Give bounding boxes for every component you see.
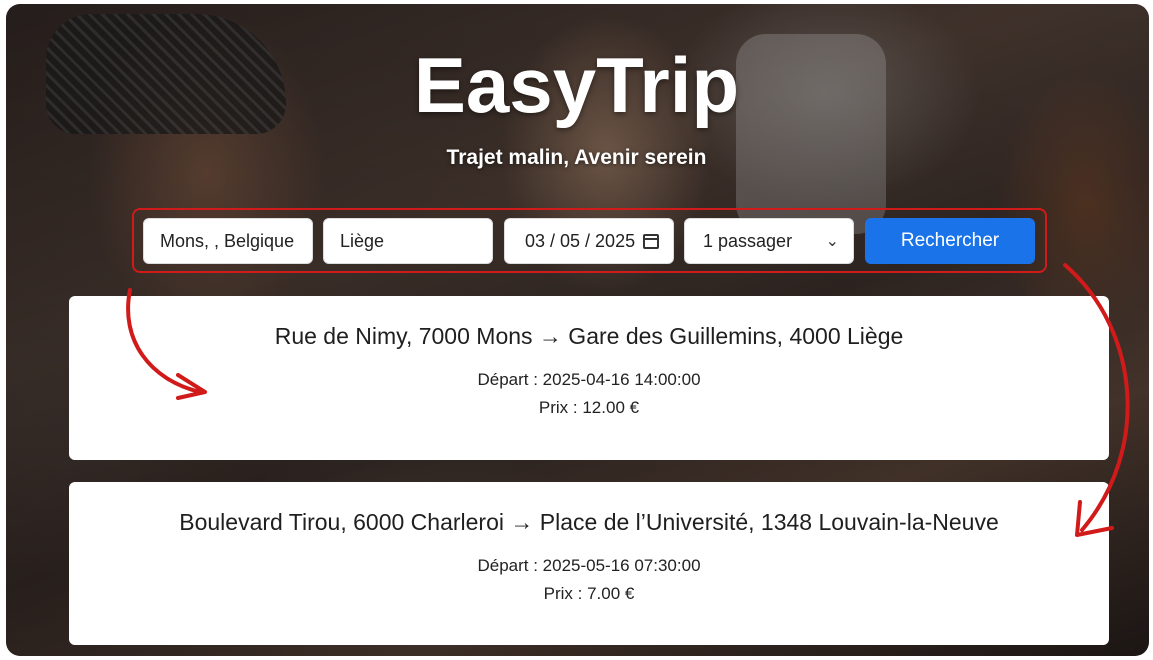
date-input[interactable]: 03 / 05 / 2025 bbox=[504, 218, 674, 264]
search-button[interactable]: Rechercher bbox=[865, 218, 1035, 264]
chevron-down-icon: ⌄ bbox=[825, 233, 839, 250]
departure-input[interactable]: Mons, , Belgique bbox=[143, 218, 313, 264]
passengers-select-value: 1 passager bbox=[703, 230, 793, 251]
trip-price: Prix : 7.00 € bbox=[543, 584, 635, 603]
trip-route: Boulevard Tirou, 6000 Charleroi → Place … bbox=[179, 509, 999, 535]
site-tagline: Trajet malin, Avenir serein bbox=[446, 146, 707, 169]
trip-departure: Départ : 2025-05-16 07:30:00 bbox=[477, 556, 701, 575]
calendar-icon[interactable] bbox=[643, 233, 659, 249]
site-title: EasyTrip bbox=[413, 41, 740, 129]
destination-input[interactable]: Liège bbox=[323, 218, 493, 264]
trip-result-card[interactable]: Rue de Nimy, 7000 Mons → Gare des Guille… bbox=[69, 296, 1109, 460]
departure-input-value: Mons, , Belgique bbox=[160, 230, 295, 251]
trip-result-card[interactable]: Boulevard Tirou, 6000 Charleroi → Place … bbox=[69, 482, 1109, 645]
date-input-value: 03 / 05 / 2025 bbox=[525, 230, 636, 251]
passengers-select[interactable]: 1 passager ⌄ bbox=[684, 218, 854, 264]
trip-price: Prix : 12.00 € bbox=[538, 398, 640, 417]
trip-route: Rue de Nimy, 7000 Mons → Gare des Guille… bbox=[274, 323, 904, 349]
trip-departure: Départ : 2025-04-16 14:00:00 bbox=[477, 370, 701, 389]
destination-input-value: Liège bbox=[340, 230, 385, 251]
